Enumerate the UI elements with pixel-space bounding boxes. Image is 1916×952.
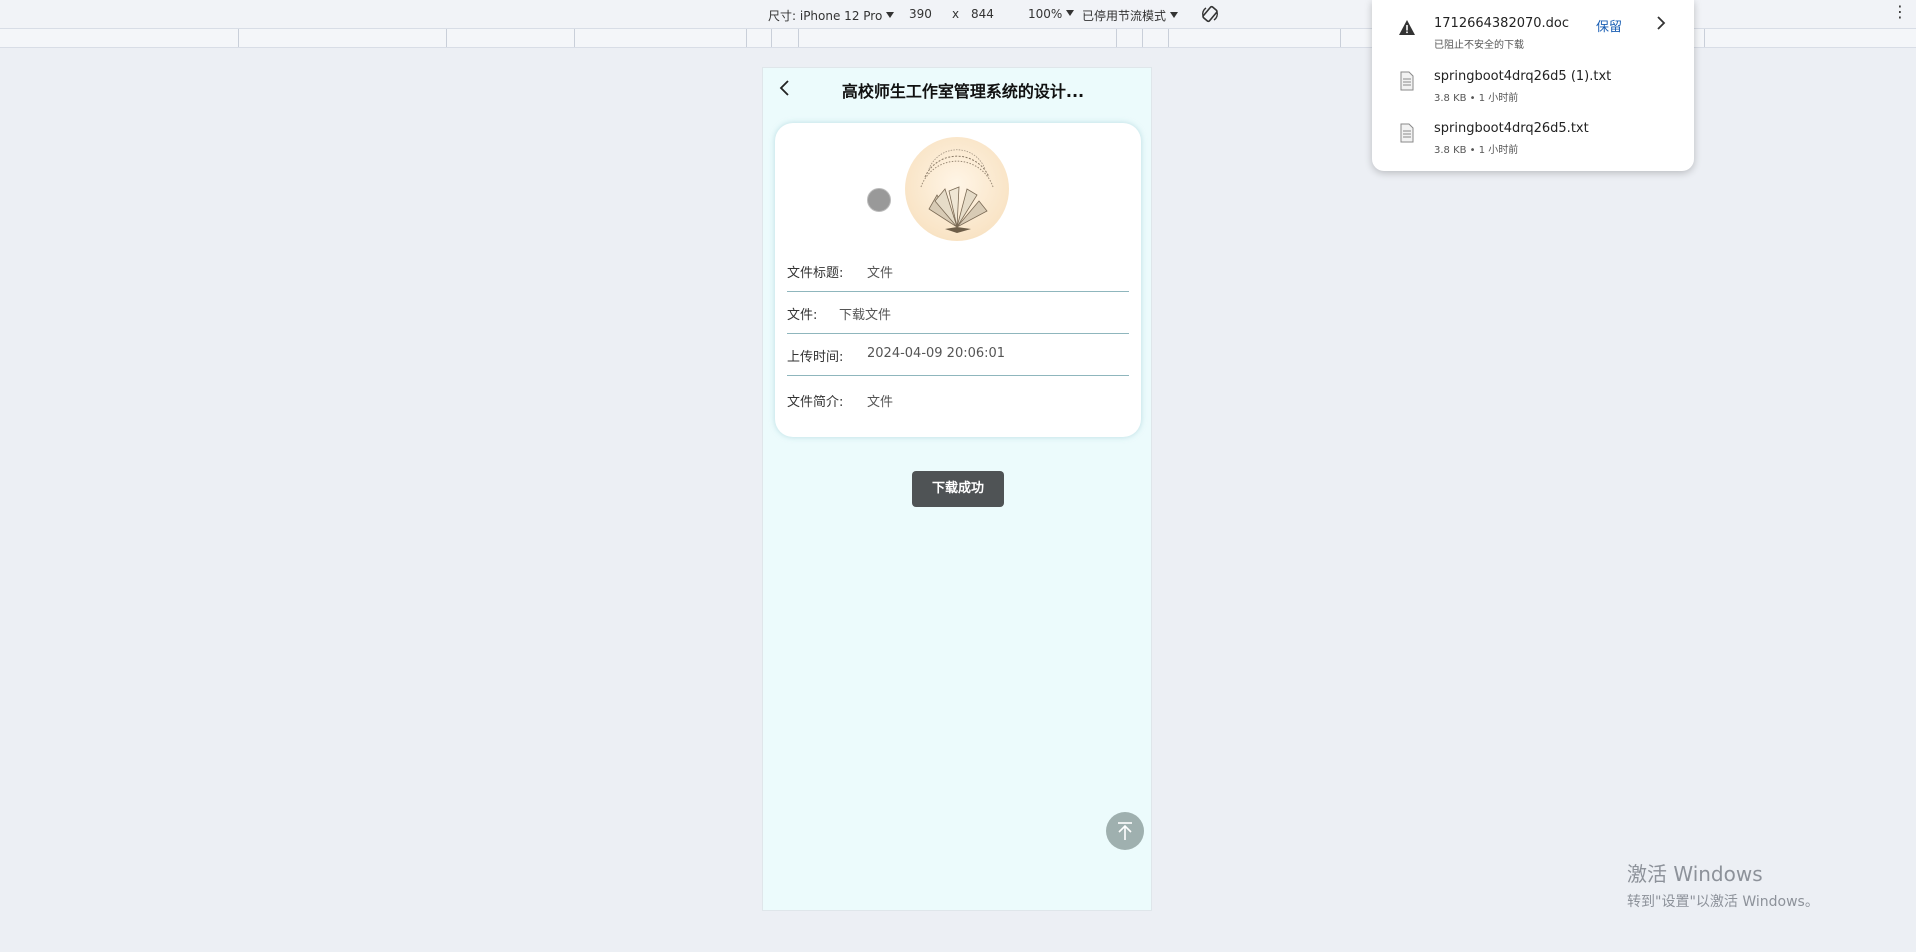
- download-filename: springboot4drq26d5 (1).txt: [1434, 69, 1612, 84]
- download-file-link[interactable]: 下载文件: [839, 304, 891, 323]
- download-item[interactable]: 1712664382070.doc 已阻止不安全的下载 保留: [1372, 12, 1694, 62]
- warning-icon: [1399, 20, 1415, 35]
- page-title: 高校师生工作室管理系统的设计...: [841, 82, 1085, 101]
- toast-message: 下载成功: [912, 471, 1004, 507]
- field-value: 文件: [867, 395, 894, 410]
- divider: [787, 375, 1129, 376]
- keep-button[interactable]: 保留: [1596, 16, 1622, 35]
- download-item[interactable]: springboot4drq26d5.txt 3.8 KB • 1 小时前: [1372, 117, 1694, 167]
- throttle-select[interactable]: 已停用节流模式: [1082, 7, 1179, 24]
- field-description: 文件简介: 文件: [787, 379, 1129, 421]
- field-label: 文件简介:: [787, 395, 844, 410]
- field-value: 文件: [867, 266, 894, 281]
- device-viewport: 高校师生工作室管理系统的设计... 文件标题: 文件 文件: 下载文件 上传时间…: [762, 67, 1152, 911]
- field-label: 上传时间:: [787, 350, 844, 365]
- open-book-icon: [920, 149, 994, 233]
- field-label: 文件标题:: [787, 266, 844, 281]
- chevron-down-icon: [1170, 12, 1179, 18]
- file-cover-image: [905, 137, 1009, 241]
- windows-activation-watermark: 激活 Windows 转到"设置"以激活 Windows。: [1627, 858, 1819, 911]
- download-item[interactable]: springboot4drq26d5 (1).txt 3.8 KB • 1 小时…: [1372, 65, 1694, 115]
- field-upload-time: 上传时间: 2024-04-09 20:06:01: [787, 334, 1129, 376]
- chevron-down-icon: [886, 12, 895, 18]
- carousel-indicator[interactable]: [867, 188, 891, 212]
- download-filename: springboot4drq26d5.txt: [1434, 121, 1589, 136]
- download-status: 3.8 KB • 1 小时前: [1434, 93, 1519, 104]
- dimension-separator: x: [952, 7, 960, 21]
- throttle-label: 已停用节流模式: [1082, 9, 1167, 23]
- back-arrow-icon[interactable]: [775, 78, 795, 98]
- download-status: 3.8 KB • 1 小时前: [1434, 145, 1519, 156]
- file-icon: [1400, 71, 1414, 91]
- file-icon: [1400, 123, 1414, 143]
- zoom-select[interactable]: 100%: [1028, 7, 1075, 21]
- arrow-up-icon: [1118, 822, 1132, 840]
- device-label: 尺寸: iPhone 12 Pro: [768, 9, 883, 23]
- chevron-down-icon: [1066, 10, 1075, 16]
- field-value: 2024-04-09 20:06:01: [867, 346, 1006, 361]
- back-to-top-button[interactable]: [1106, 812, 1144, 850]
- app-header: 高校师生工作室管理系统的设计...: [763, 68, 1151, 108]
- download-status: 已阻止不安全的下载: [1434, 40, 1524, 51]
- downloads-panel: 1712664382070.doc 已阻止不安全的下载 保留 springboo…: [1372, 0, 1694, 171]
- field-label: 文件:: [787, 308, 818, 323]
- field-title: 文件标题: 文件: [787, 250, 1129, 292]
- watermark-title: 激活 Windows: [1627, 862, 1763, 886]
- width-input[interactable]: 390: [909, 7, 932, 21]
- zoom-label: 100%: [1028, 7, 1063, 21]
- more-options-icon[interactable]: ⋮: [1892, 4, 1908, 20]
- height-input[interactable]: 844: [971, 7, 994, 21]
- chevron-right-icon[interactable]: [1652, 14, 1670, 32]
- watermark-subtitle: 转到"设置"以激活 Windows。: [1627, 894, 1819, 910]
- field-file: 文件: 下载文件: [787, 292, 1129, 334]
- rotate-icon[interactable]: [1200, 4, 1220, 24]
- device-select[interactable]: 尺寸: iPhone 12 Pro: [768, 7, 895, 24]
- file-detail-card: 文件标题: 文件 文件: 下载文件 上传时间: 2024-04-09 20:06…: [775, 123, 1141, 437]
- download-filename: 1712664382070.doc: [1434, 16, 1570, 31]
